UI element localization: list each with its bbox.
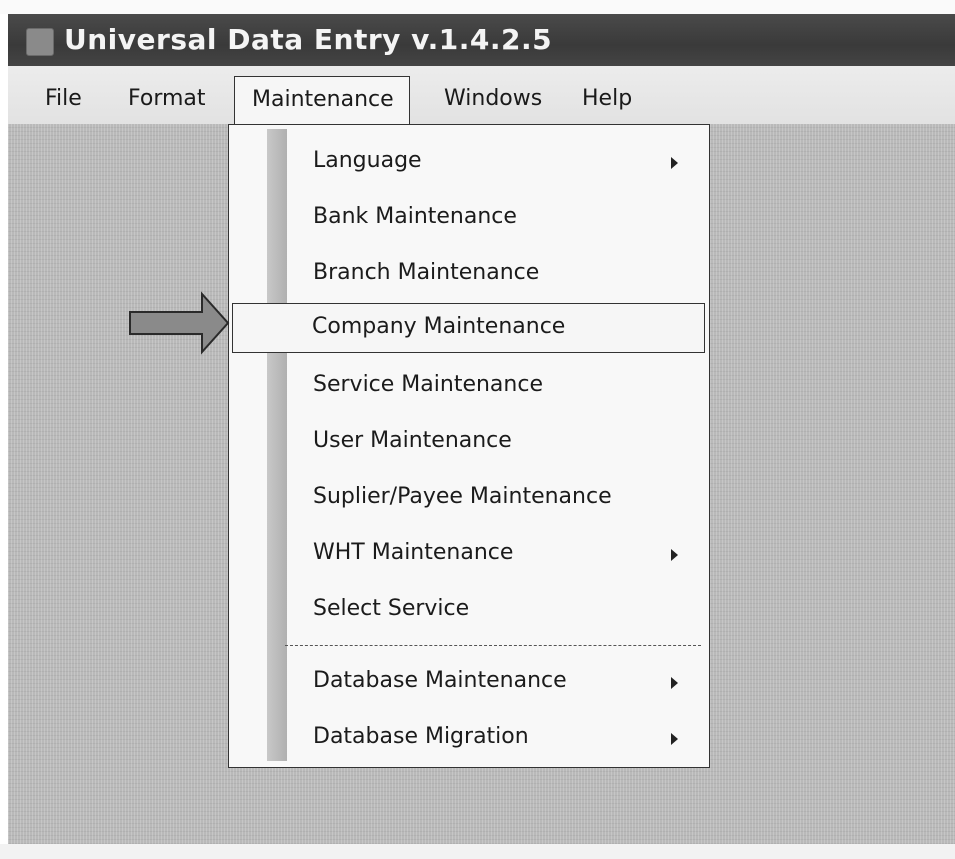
menu-maintenance[interactable]: Maintenance xyxy=(234,76,410,124)
app-icon xyxy=(26,28,54,56)
menu-item-label: Service Maintenance xyxy=(313,372,543,397)
menu-item-database-maintenance[interactable]: Database Maintenance xyxy=(229,657,708,707)
menu-item-label: Database Migration xyxy=(313,724,529,749)
top-page-margin xyxy=(0,0,955,14)
menu-help[interactable]: Help xyxy=(582,86,632,111)
menu-windows[interactable]: Windows xyxy=(444,86,542,111)
app-title: Universal Data Entry v.1.4.2.5 xyxy=(64,23,553,56)
menu-file[interactable]: File xyxy=(45,86,82,111)
title-bar[interactable]: Universal Data Entry v.1.4.2.5 xyxy=(8,14,955,66)
menu-item-branch-maintenance[interactable]: Branch Maintenance xyxy=(229,249,708,299)
menu-item-label: Select Service xyxy=(313,596,470,621)
menu-item-label: Company Maintenance xyxy=(312,314,566,339)
submenu-arrow-icon xyxy=(671,157,678,169)
menu-item-label: Bank Maintenance xyxy=(313,204,517,229)
menu-item-label: User Maintenance xyxy=(313,428,512,453)
menu-format[interactable]: Format xyxy=(128,86,206,111)
bottom-page-margin xyxy=(0,844,955,859)
menu-item-label: Branch Maintenance xyxy=(313,260,540,285)
menu-item-select-service[interactable]: Select Service xyxy=(229,585,708,635)
menu-item-label: Language xyxy=(313,148,422,173)
screen: Universal Data Entry v.1.4.2.5 File Form… xyxy=(0,0,955,859)
menu-item-bank-maintenance[interactable]: Bank Maintenance xyxy=(229,193,708,243)
submenu-arrow-icon xyxy=(671,549,678,561)
submenu-arrow-icon xyxy=(671,733,678,745)
menu-bar: File Format Maintenance Windows Help xyxy=(8,66,955,124)
menu-item-service-maintenance[interactable]: Service Maintenance xyxy=(229,361,708,411)
menu-item-user-maintenance[interactable]: User Maintenance xyxy=(229,417,708,467)
menu-item-language[interactable]: Language xyxy=(229,137,708,187)
menu-item-database-migration[interactable]: Database Migration xyxy=(229,713,708,763)
menu-item-label: WHT Maintenance xyxy=(313,540,514,565)
menu-item-label: Database Maintenance xyxy=(313,668,567,693)
right-arrow-icon xyxy=(129,291,230,355)
submenu-arrow-icon xyxy=(671,677,678,689)
menu-item-wht-maintenance[interactable]: WHT Maintenance xyxy=(229,529,708,579)
maintenance-dropdown: Language Bank Maintenance Branch Mainten… xyxy=(228,124,710,768)
menu-separator xyxy=(285,645,701,646)
menu-item-company-maintenance[interactable]: Company Maintenance xyxy=(232,303,705,353)
menu-item-label: Suplier/Payee Maintenance xyxy=(313,484,612,509)
menu-item-supplier-payee-maintenance[interactable]: Suplier/Payee Maintenance xyxy=(229,473,708,523)
